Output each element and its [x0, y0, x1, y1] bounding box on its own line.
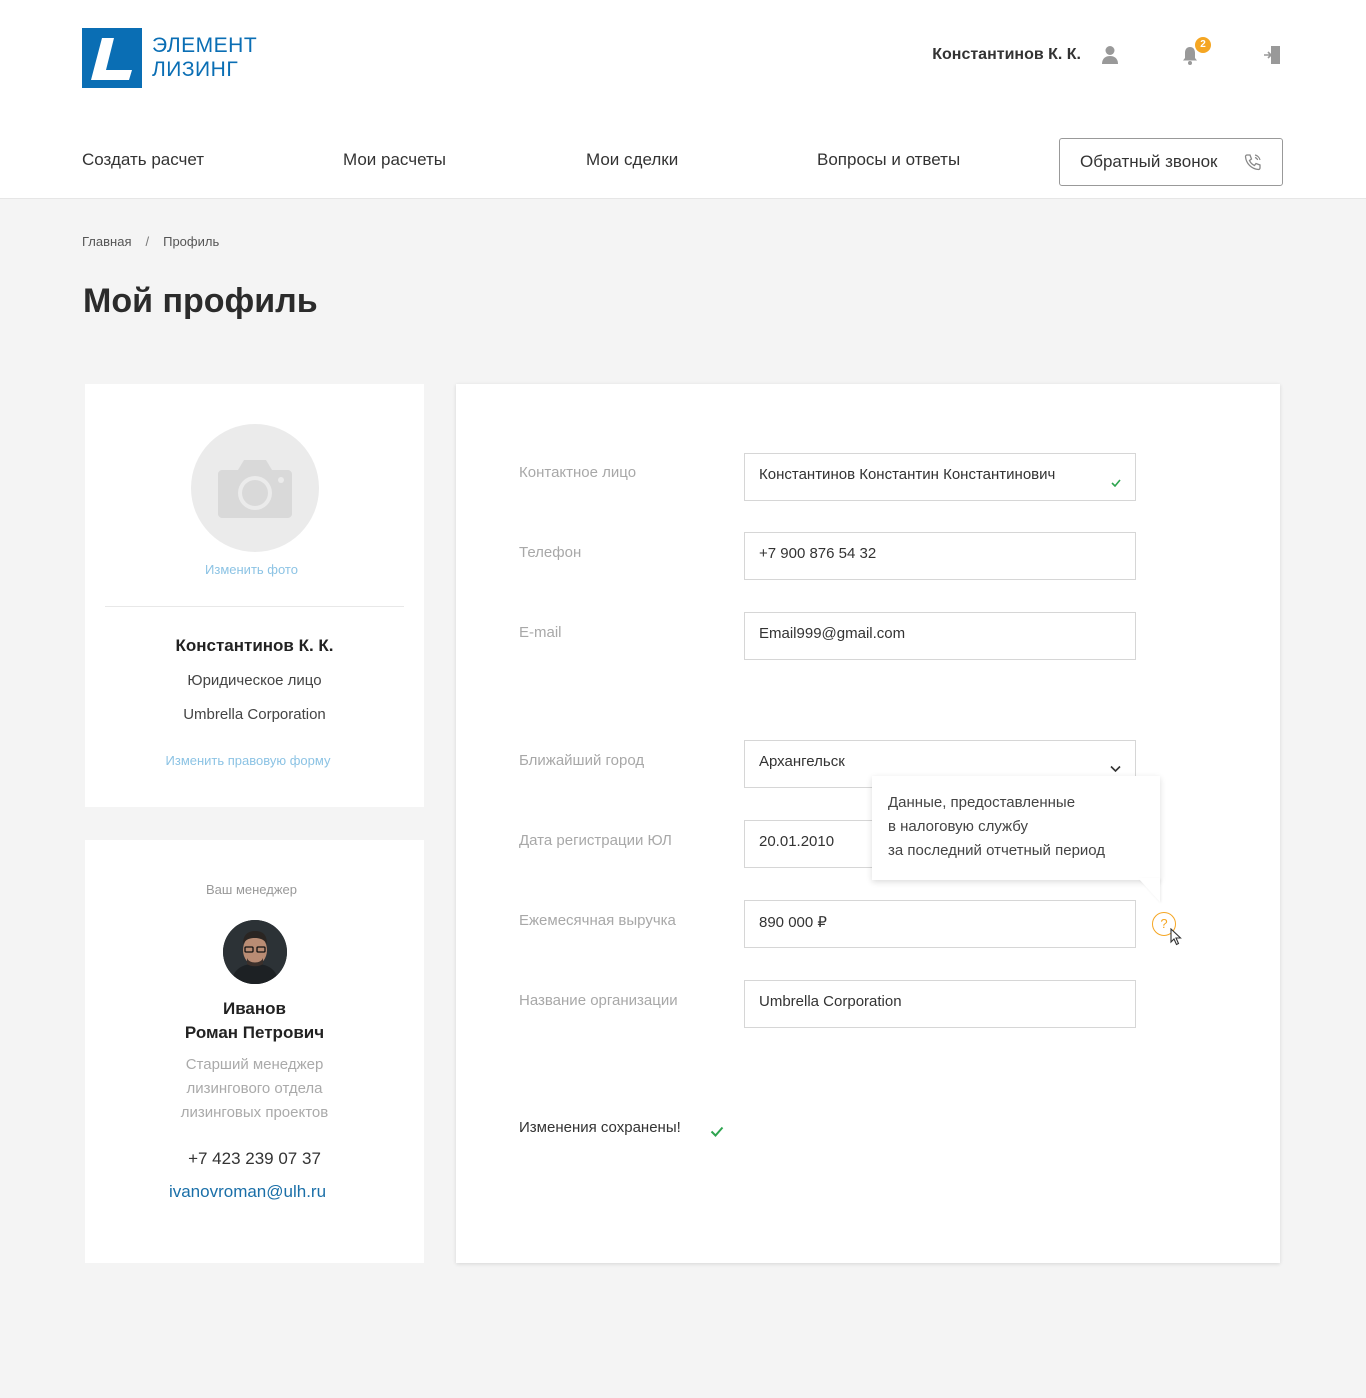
breadcrumb-current: Профиль — [163, 234, 220, 249]
label-reg-date: Дата регистрации ЮЛ — [519, 832, 672, 849]
nav-create-calculation[interactable]: Создать расчет — [82, 150, 204, 170]
change-legal-form-link[interactable]: Изменить правовую форму — [85, 753, 411, 768]
revenue-tooltip: Данные, предоставленные в налоговую служ… — [872, 776, 1160, 880]
manager-given-names: Роман Петрович — [184, 1023, 325, 1042]
label-revenue: Ежемесячная выручка — [519, 912, 676, 929]
user-area: Константинов К. К. 2 — [932, 37, 1283, 70]
label-org-name: Название организации — [519, 992, 678, 1009]
breadcrumb-separator: / — [145, 234, 150, 249]
profile-type: Юридическое лицо — [187, 672, 322, 689]
check-icon — [1111, 474, 1121, 491]
nav-faq[interactable]: Вопросы и ответы — [817, 150, 960, 170]
logo[interactable]: ЭЛЕМЕНТ ЛИЗИНГ — [82, 28, 257, 88]
callback-label: Обратный звонок — [1080, 152, 1218, 171]
org-name-value: Umbrella Corporation — [759, 993, 902, 1010]
tooltip-line-3: за последний отчетный период — [888, 842, 1106, 859]
manager-position-line-3: лизинговых проектов — [180, 1104, 329, 1121]
manager-position-line-1: Старший менеджер — [185, 1056, 324, 1073]
phone-field[interactable]: +7 900 876 54 32 — [744, 532, 1136, 580]
tooltip-tail — [1138, 878, 1160, 902]
label-email: E-mail — [519, 624, 562, 641]
profile-org: Umbrella Corporation — [183, 706, 326, 723]
logo-mark-icon — [82, 28, 142, 88]
header: ЭЛЕМЕНТ ЛИЗИНГ Константинов К. К. 2 Созд… — [0, 0, 1366, 199]
saved-status: Изменения сохранены! — [519, 1119, 681, 1136]
manager-email-link[interactable]: ivanovroman@ulh.ru — [85, 1182, 410, 1202]
user-icon[interactable] — [1099, 44, 1121, 66]
main-nav: Создать расчет Мои расчеты Мои сделки Во… — [82, 138, 1283, 186]
check-icon — [710, 1124, 724, 1142]
reg-date-value: 20.01.2010 — [759, 833, 835, 850]
logo-text: ЭЛЕМЕНТ ЛИЗИНГ — [152, 34, 257, 82]
camera-icon — [218, 460, 292, 518]
divider — [105, 606, 404, 607]
contact-value: Константинов Константин Константинович — [759, 466, 1056, 483]
callback-button[interactable]: Обратный звонок — [1059, 138, 1283, 186]
logout-icon[interactable] — [1261, 44, 1283, 66]
org-name-field[interactable]: Umbrella Corporation — [744, 980, 1136, 1028]
tooltip-line-2: в налоговую службу — [888, 818, 1028, 835]
breadcrumb: Главная / Профиль — [82, 234, 219, 249]
nav-my-deals[interactable]: Мои сделки — [586, 150, 678, 170]
revenue-field[interactable]: 890 000 ₽ — [744, 900, 1136, 948]
profile-name: Константинов К. К. — [175, 636, 334, 655]
logo-line-2: ЛИЗИНГ — [152, 58, 239, 81]
city-value: Архангельск — [759, 753, 845, 770]
profile-card: Изменить фото Константинов К. К. Юридиче… — [85, 384, 424, 807]
email-field[interactable]: Email999@gmail.com — [744, 612, 1136, 660]
breadcrumb-home[interactable]: Главная — [82, 234, 131, 249]
phone-value: +7 900 876 54 32 — [759, 545, 877, 562]
manager-position-line-2: лизингового отдела — [186, 1080, 323, 1097]
avatar-placeholder[interactable] — [191, 424, 319, 552]
manager-phone[interactable]: +7 423 239 07 37 — [85, 1149, 424, 1169]
nav-my-calculations[interactable]: Мои расчеты — [343, 150, 446, 170]
manager-card: Ваш менеджер Иванов Роман Петрович Старш… — [85, 840, 424, 1263]
manager-name: Иванов Роман Петрович — [85, 997, 424, 1045]
revenue-value: 890 000 ₽ — [759, 914, 827, 931]
notifications-button[interactable]: 2 — [1179, 37, 1211, 66]
page-title: Мой профиль — [83, 282, 318, 320]
mouse-cursor-icon — [1170, 927, 1182, 951]
tooltip-line-1: Данные, предоставленные — [888, 794, 1076, 811]
user-name[interactable]: Константинов К. К. — [932, 46, 1081, 64]
manager-label: Ваш менеджер — [206, 882, 297, 897]
manager-position: Старший менеджер лизингового отдела лизи… — [85, 1053, 424, 1125]
label-city: Ближайший город — [519, 752, 645, 769]
phone-icon — [1244, 153, 1262, 176]
row-org-name: Название организации Umbrella Corporatio… — [456, 384, 1280, 1028]
manager-surname: Иванов — [222, 999, 286, 1018]
label-phone: Телефон — [519, 544, 582, 561]
contact-select[interactable]: Константинов Константин Константинович — [744, 453, 1136, 501]
logo-line-1: ЭЛЕМЕНТ — [152, 34, 258, 57]
chevron-down-icon — [1110, 760, 1121, 777]
manager-avatar — [223, 920, 287, 984]
change-photo-link[interactable]: Изменить фото — [85, 562, 418, 577]
email-value: Email999@gmail.com — [759, 625, 906, 642]
notification-badge: 2 — [1195, 37, 1211, 53]
label-contact: Контактное лицо — [519, 464, 637, 481]
